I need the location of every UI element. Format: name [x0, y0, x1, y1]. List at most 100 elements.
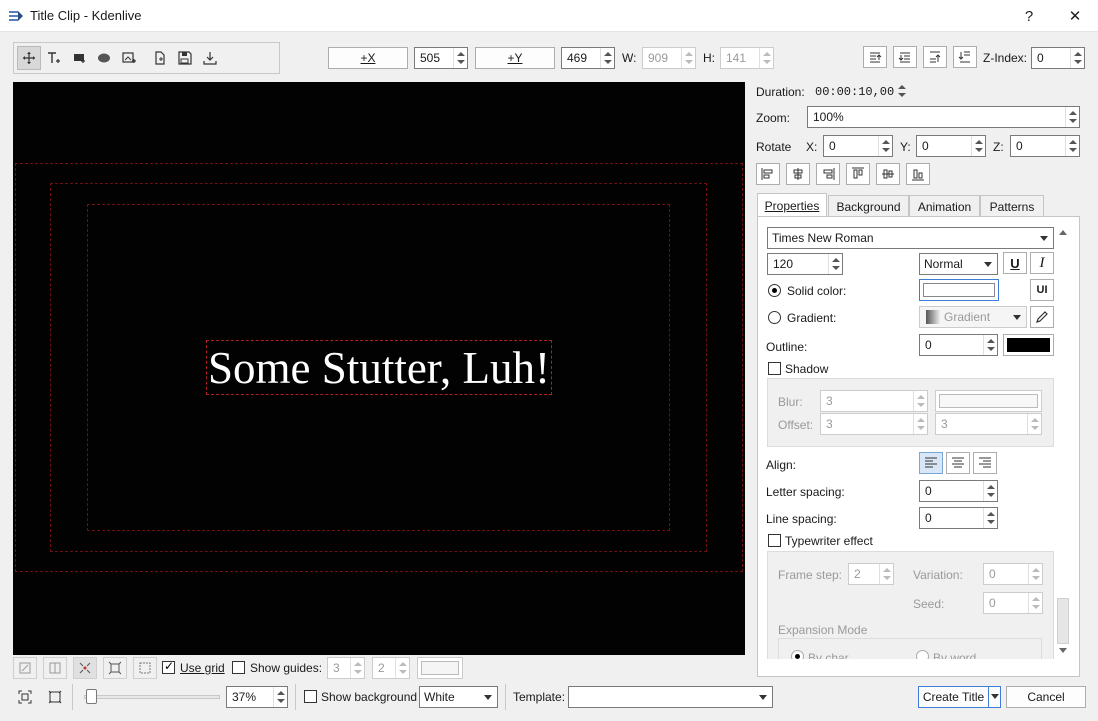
line-spacing-spin[interactable]: 0: [919, 507, 998, 529]
guides-h-spin[interactable]: 3: [327, 657, 365, 679]
letter-spacing-spin[interactable]: 0: [919, 480, 998, 502]
lower-to-bottom-button[interactable]: [953, 46, 977, 68]
add-image-button[interactable]: [117, 46, 141, 70]
scroll-down-icon[interactable]: [1058, 647, 1068, 655]
zindex-spin[interactable]: 0: [1031, 47, 1085, 69]
by-word-radio[interactable]: [916, 650, 929, 659]
save-document-button[interactable]: [173, 46, 197, 70]
add-rect-button[interactable]: [67, 46, 91, 70]
frame-step-spin[interactable]: 2: [848, 563, 894, 585]
rotate-x-label: X:: [806, 140, 818, 154]
add-ellipse-button[interactable]: [92, 46, 116, 70]
outline-color-picker[interactable]: [1003, 334, 1054, 356]
gradient-combo[interactable]: Gradient: [919, 306, 1027, 328]
select-tool-button[interactable]: [17, 46, 41, 70]
font-combo[interactable]: Times New Roman: [767, 227, 1054, 249]
shadow-checkbox[interactable]: [768, 362, 781, 375]
snap-canvas-button[interactable]: [13, 657, 37, 679]
cancel-button[interactable]: Cancel: [1006, 686, 1086, 708]
guides-color-picker[interactable]: [417, 657, 463, 679]
export-button[interactable]: [198, 46, 222, 70]
solid-color-picker[interactable]: [919, 279, 999, 301]
offset-y-spin[interactable]: 3: [935, 413, 1042, 435]
typewriter-checkbox[interactable]: [768, 534, 781, 547]
duration-label: Duration:: [756, 85, 805, 99]
grid-snap-button[interactable]: [73, 657, 97, 679]
duration-spin-arrows[interactable]: [897, 82, 907, 100]
select-area-button[interactable]: [133, 657, 157, 679]
tab-background[interactable]: Background: [828, 195, 909, 217]
show-guides-checkbox[interactable]: [232, 661, 245, 674]
font-size-spin[interactable]: 120: [767, 253, 843, 275]
align-left-button[interactable]: [756, 163, 780, 185]
zoom-spin[interactable]: 100%: [807, 106, 1080, 128]
align-right-button[interactable]: [816, 163, 840, 185]
background-color-combo[interactable]: White: [419, 686, 498, 708]
raise-button[interactable]: [863, 46, 887, 68]
font-weight-combo[interactable]: Normal: [919, 253, 998, 275]
split-view-button[interactable]: [43, 657, 67, 679]
align-hcenter-button[interactable]: [786, 163, 810, 185]
gradient-edit-button[interactable]: [1030, 306, 1054, 328]
rotate-y-spin[interactable]: 0: [916, 135, 986, 157]
by-word-label: By word: [933, 651, 977, 659]
use-grid-checkbox[interactable]: [162, 659, 175, 674]
text-align-left-button[interactable]: [919, 452, 943, 474]
guides-v-spin[interactable]: 2: [372, 657, 410, 679]
close-button[interactable]: ✕: [1052, 0, 1098, 32]
create-title-button[interactable]: Create Title: [918, 686, 989, 708]
text-color-button[interactable]: UI: [1030, 279, 1054, 301]
frame-snap-button[interactable]: [103, 657, 127, 679]
zoom-slider-handle[interactable]: [86, 689, 97, 704]
scroll-thumb[interactable]: [1057, 598, 1069, 644]
line-spacing-label: Line spacing:: [766, 512, 837, 526]
zoom-slider-track[interactable]: [84, 695, 220, 699]
text-align-center-icon: [952, 457, 964, 468]
gradient-radio[interactable]: [768, 311, 781, 324]
zoom-original-button[interactable]: [46, 688, 64, 706]
zoom-fit-button[interactable]: [16, 688, 34, 706]
tab-properties[interactable]: Properties: [757, 193, 827, 217]
title-text-item[interactable]: Some Stutter, Luh!: [206, 340, 552, 395]
lower-button[interactable]: [893, 46, 917, 68]
use-grid-label: Use grid: [180, 661, 225, 675]
x-position-spin[interactable]: 505: [414, 47, 468, 69]
y-position-spin[interactable]: 469: [561, 47, 615, 69]
help-button[interactable]: ?: [1006, 0, 1052, 32]
text-align-right-button[interactable]: [973, 452, 997, 474]
raise-to-top-button[interactable]: [923, 46, 947, 68]
properties-scrollbar[interactable]: [1055, 226, 1071, 659]
show-background-checkbox[interactable]: [304, 690, 317, 703]
blur-spin[interactable]: 3: [820, 390, 928, 412]
shadow-color-picker[interactable]: [935, 390, 1042, 412]
grid-snap-icon: [79, 662, 91, 674]
text-align-center-button[interactable]: [946, 452, 970, 474]
create-title-menu-button[interactable]: [988, 686, 1001, 708]
outline-spin[interactable]: 0: [919, 334, 998, 356]
frame-step-label: Frame step:: [778, 568, 843, 582]
canvas-zoom-spin[interactable]: 37%: [226, 686, 288, 708]
add-text-button[interactable]: [42, 46, 66, 70]
tab-animation[interactable]: Animation: [909, 195, 980, 217]
seed-spin[interactable]: 0: [983, 592, 1043, 614]
italic-button[interactable]: I: [1030, 252, 1054, 274]
align-bottom-button[interactable]: [906, 163, 930, 185]
rotate-x-spin[interactable]: 0: [823, 135, 893, 157]
offset-x-spin[interactable]: 3: [820, 413, 928, 435]
tab-patterns[interactable]: Patterns: [980, 195, 1044, 217]
open-document-button[interactable]: [148, 46, 172, 70]
y-origin-button[interactable]: +Y: [475, 47, 555, 69]
underline-button[interactable]: U: [1003, 252, 1027, 274]
height-spin[interactable]: 141: [720, 47, 774, 69]
x-origin-button[interactable]: +X: [328, 47, 408, 69]
by-char-radio[interactable]: [791, 650, 804, 659]
variation-spin[interactable]: 0: [983, 563, 1043, 585]
solid-color-radio[interactable]: [768, 284, 781, 297]
width-spin[interactable]: 909: [642, 47, 696, 69]
duration-value[interactable]: 00:00:10,00: [815, 85, 894, 99]
scroll-up-icon[interactable]: [1058, 228, 1068, 236]
align-top-button[interactable]: [846, 163, 870, 185]
rotate-z-spin[interactable]: 0: [1010, 135, 1080, 157]
align-vcenter-button[interactable]: [876, 163, 900, 185]
template-combo[interactable]: [568, 686, 773, 708]
